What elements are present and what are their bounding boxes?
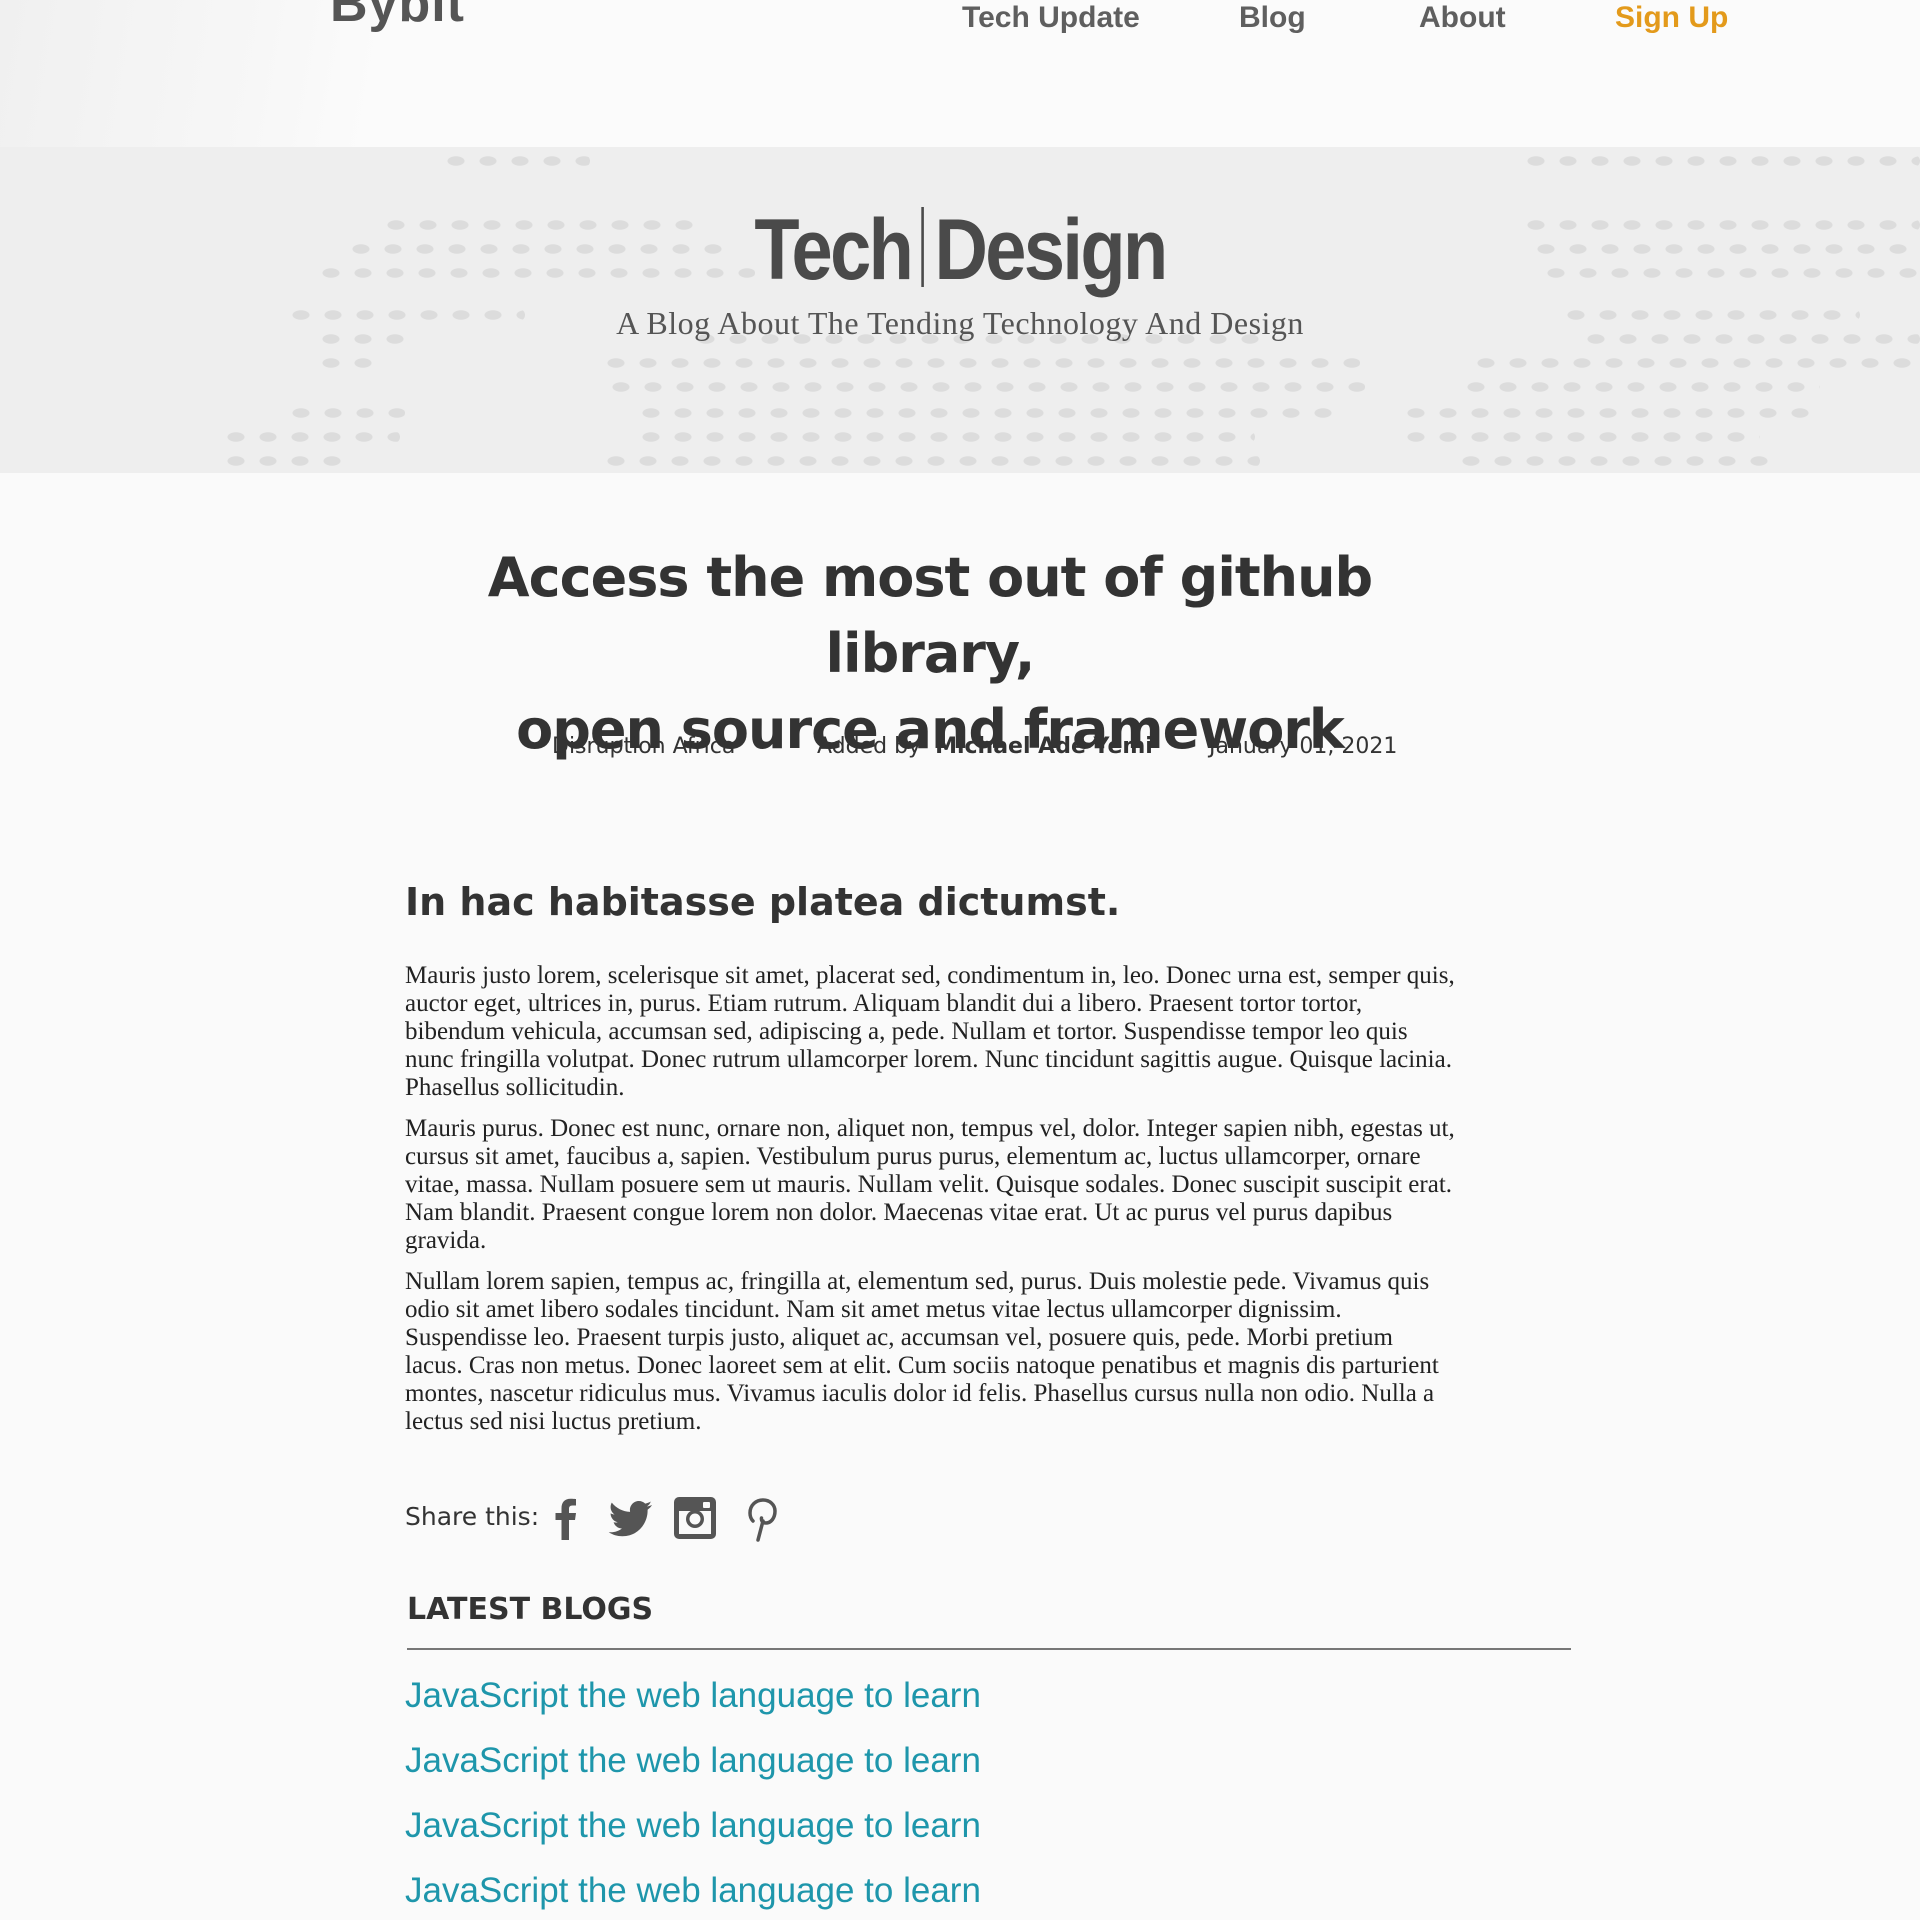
article-paragraph-3: Nullam lorem sapien, tempus ac, fringill… <box>405 1268 1439 1435</box>
facebook-icon[interactable] <box>542 1494 590 1542</box>
site-logo[interactable]: Bybit <box>330 0 465 30</box>
article-author-line: Added by Michael Ade Yemi <box>817 734 1153 759</box>
hero-banner: Tech Design A Blog About The Tending Tech… <box>0 147 1920 473</box>
tech-design-wordmark: Tech Design <box>134 207 1785 293</box>
twitter-icon[interactable] <box>606 1494 654 1542</box>
top-navigation-bar: Bybit Tech Update Blog About Sign Up <box>0 0 1920 147</box>
brand-word-design: Design <box>934 202 1168 298</box>
article-paragraph-2: Mauris purus. Donec est nunc, ornare non… <box>405 1115 1455 1254</box>
article-paragraph-1: Mauris justo lorem, scelerisque sit amet… <box>405 962 1455 1101</box>
latest-blog-link[interactable]: JavaScript the web language to learn <box>405 1675 981 1717</box>
brand-divider <box>921 207 925 287</box>
pinterest-icon[interactable] <box>736 1494 784 1542</box>
latest-blog-link[interactable]: JavaScript the web language to learn <box>405 1805 981 1847</box>
latest-blog-link[interactable]: JavaScript the web language to learn <box>405 1740 981 1782</box>
added-by-label: Added by <box>817 734 922 759</box>
brand-word-tech: Tech <box>754 202 913 298</box>
latest-blogs-divider <box>407 1648 1571 1650</box>
latest-blogs-heading: LATEST BLOGS <box>407 1592 654 1627</box>
share-label: Share this: <box>405 1502 540 1531</box>
article-source[interactable]: Disruption Africa <box>552 734 735 759</box>
latest-blog-link[interactable]: JavaScript the web language to learn <box>405 1870 981 1912</box>
article-section-heading: In hac habitasse platea dictumst. <box>405 880 1121 924</box>
article-date: January 01, 2021 <box>1209 734 1398 759</box>
nav-link-tech-update[interactable]: Tech Update <box>962 0 1140 36</box>
article-author[interactable]: Michael Ade Yemi <box>935 734 1153 759</box>
instagram-icon[interactable] <box>671 1494 719 1542</box>
article-title-line-1: Access the most out of github library, <box>487 546 1373 685</box>
nav-link-blog[interactable]: Blog <box>1239 0 1306 36</box>
nav-link-sign-up[interactable]: Sign Up <box>1615 0 1728 36</box>
nav-link-about[interactable]: About <box>1419 0 1506 36</box>
banner-tagline: A Blog About The Tending Technology And … <box>616 305 1304 341</box>
